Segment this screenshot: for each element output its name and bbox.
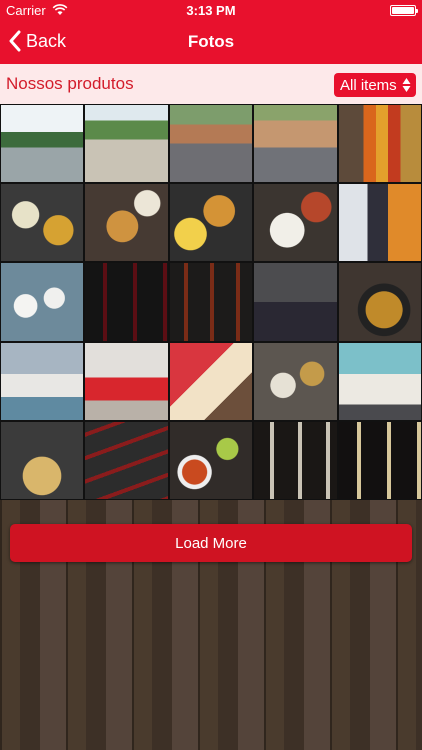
photo-thumbnail[interactable] [253, 341, 338, 421]
photo-thumbnail[interactable] [0, 420, 85, 500]
photo-thumbnail[interactable] [84, 341, 169, 421]
filter-label: All items [340, 76, 397, 94]
photo-thumbnail[interactable] [337, 104, 422, 184]
photo-thumbnail[interactable] [253, 104, 338, 184]
page-title: Fotos [187, 32, 235, 51]
photo-thumbnail[interactable] [0, 183, 85, 263]
photo-thumbnail[interactable] [337, 183, 422, 263]
photo-thumbnail[interactable] [168, 420, 254, 500]
photo-thumbnail[interactable] [0, 262, 85, 342]
photo-thumbnail[interactable] [253, 262, 338, 342]
photo-thumbnail[interactable] [0, 341, 85, 421]
photo-thumbnail[interactable] [253, 420, 338, 500]
status-time: 3:13 PM [186, 2, 236, 18]
photo-thumbnail[interactable] [168, 341, 254, 421]
photo-thumbnail[interactable] [0, 104, 85, 184]
section-title: Nossos produtos [6, 74, 134, 93]
battery-icon [390, 5, 418, 16]
load-more-button[interactable]: Load More [10, 524, 412, 562]
photo-grid [0, 104, 422, 500]
photo-thumbnail[interactable] [168, 104, 254, 184]
photo-thumbnail[interactable] [84, 420, 169, 500]
photo-thumbnail[interactable] [253, 183, 338, 263]
photo-thumbnail[interactable] [337, 341, 422, 421]
status-bar: Carrier 3:13 PM [0, 0, 422, 20]
filter-dropdown[interactable]: All items [334, 73, 416, 97]
header-bar: Carrier 3:13 PM Back Fotos [0, 0, 422, 64]
photo-thumbnail[interactable] [168, 183, 254, 263]
photo-thumbnail[interactable] [84, 104, 169, 184]
load-more-label: Load More [175, 534, 247, 552]
nav-bar: Back Fotos [0, 20, 422, 64]
photo-thumbnail[interactable] [84, 262, 169, 342]
photo-thumbnail[interactable] [168, 262, 254, 342]
photo-thumbnail[interactable] [84, 183, 169, 263]
section-header: Nossos produtos All items [0, 64, 422, 104]
sort-arrows-icon [402, 78, 411, 92]
photo-thumbnail[interactable] [337, 262, 422, 342]
photo-thumbnail[interactable] [337, 420, 422, 500]
